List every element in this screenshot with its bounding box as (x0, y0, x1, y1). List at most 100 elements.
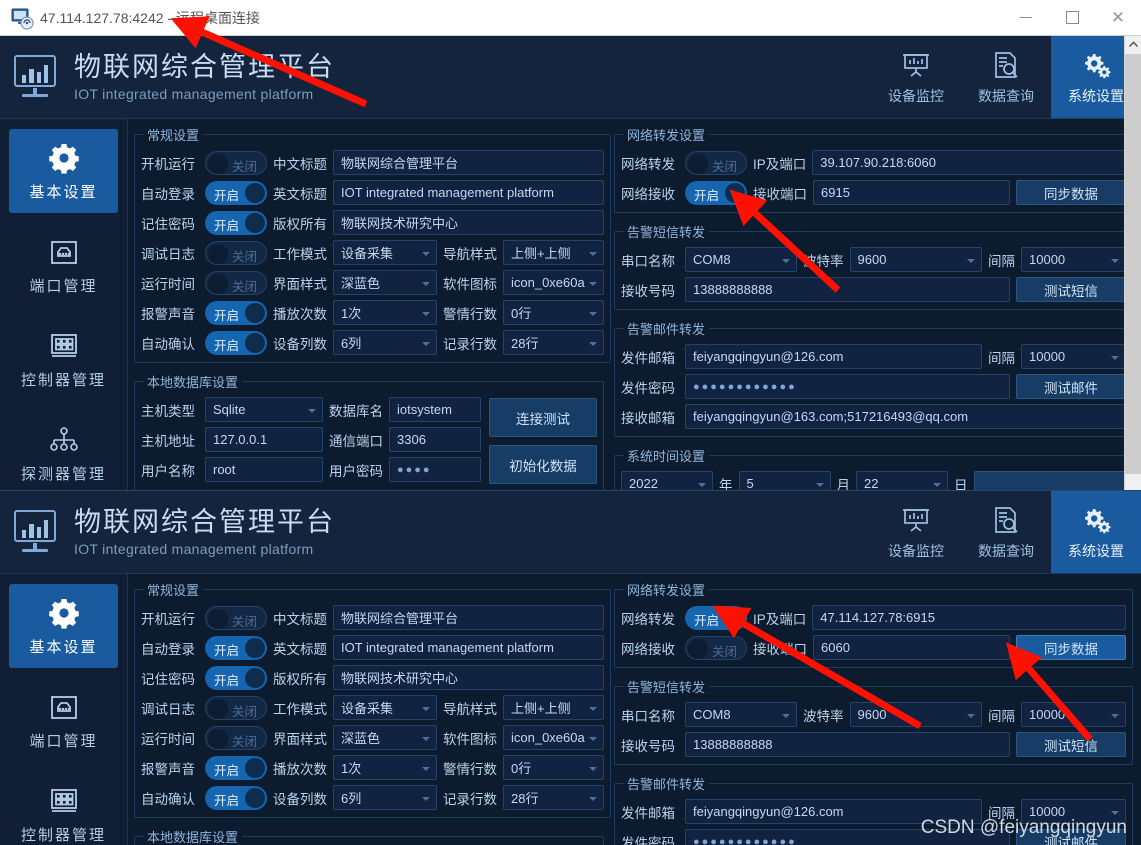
input-ip-port-2[interactable]: 47.114.127.78:6915 (812, 605, 1126, 630)
database-settings-group-2: 本地数据库设置 主机类型 Sqlite 数据库名 iotsystem 连接测试 (134, 827, 604, 845)
input-copyright[interactable]: 物联网技术研究中心 (333, 210, 604, 235)
toggle-run-time[interactable]: 关闭 (205, 270, 267, 295)
nav-item-data-query-2[interactable]: 数据查询 (961, 491, 1051, 573)
toggle-network-receive-2[interactable]: 关闭 (685, 635, 747, 660)
toggle-network-forward-2[interactable]: 开启 (685, 605, 747, 630)
select-work-mode-2[interactable]: 设备采集 (333, 695, 437, 720)
label-network-receive: 网络接收 (621, 641, 675, 657)
remote-desktop-icon (8, 4, 36, 32)
select-day[interactable]: 22 (856, 471, 948, 491)
select-software-icon[interactable]: icon_0xe60a (503, 270, 604, 295)
select-device-columns-2[interactable]: 6列 (333, 785, 437, 810)
input-sender-mail[interactable]: feiyangqingyun@126.com (685, 344, 982, 369)
init-data-button[interactable]: 初始化数据 (489, 445, 597, 484)
vertical-scrollbar[interactable] (1124, 36, 1141, 491)
select-sms-interval[interactable]: 10000 (1021, 247, 1126, 272)
select-sms-interval-2[interactable]: 10000 (1021, 702, 1126, 727)
input-receive-port[interactable]: 6915 (813, 180, 1010, 205)
nav-item-system-settings-2[interactable]: 系统设置 (1051, 491, 1141, 573)
select-play-count[interactable]: 1次 (333, 300, 437, 325)
input-receive-mail[interactable]: feiyangqingyun@163.com;517216493@qq.com (685, 404, 1126, 429)
scroll-up-button[interactable] (1125, 36, 1141, 53)
sidebar-item-controller-management-2[interactable]: 控制器管理 (9, 772, 118, 845)
input-sender-password[interactable]: ●●●●●●●●●●●● (685, 374, 1010, 399)
select-serial-port-2[interactable]: COM8 (685, 702, 797, 727)
select-ui-style-2[interactable]: 深蓝色 (333, 725, 437, 750)
select-work-mode[interactable]: 设备采集 (333, 240, 437, 265)
time-field[interactable] (973, 471, 1126, 491)
select-baud-rate-2[interactable]: 9600 (849, 702, 982, 727)
input-title-en[interactable]: IOT integrated management platform (333, 180, 604, 205)
toggle-auto-confirm-2[interactable]: 开启 (205, 785, 267, 810)
input-title-cn[interactable]: 物联网综合管理平台 (333, 150, 604, 175)
select-device-columns[interactable]: 6列 (333, 330, 437, 355)
select-record-rows-2[interactable]: 28行 (503, 785, 604, 810)
nav-item-device-monitor-2[interactable]: 设备监控 (871, 491, 961, 573)
select-nav-style-2[interactable]: 上侧+上侧 (503, 695, 604, 720)
select-software-icon-2[interactable]: icon_0xe60a (503, 725, 604, 750)
gear-icon (47, 140, 81, 176)
select-alarm-rows-2[interactable]: 0行 (503, 755, 604, 780)
sidebar-item-basic-settings-2[interactable]: 基本设置 (9, 584, 118, 668)
toggle-debug-log-2[interactable]: 关闭 (205, 695, 267, 720)
input-title-en-2[interactable]: IOT integrated management platform (333, 635, 604, 660)
sidebar-item-controller-management[interactable]: 控制器管理 (9, 317, 118, 401)
sidebar-item-port-management-2[interactable]: 端口管理 (9, 678, 118, 762)
connection-test-button[interactable]: 连接测试 (489, 398, 597, 437)
select-alarm-rows[interactable]: 0行 (503, 300, 604, 325)
nav-item-data-query[interactable]: 数据查询 (961, 36, 1051, 118)
input-receive-number-2[interactable]: 13888888888 (685, 732, 1010, 757)
toggle-network-forward[interactable]: 关闭 (685, 150, 747, 175)
toggle-boot-run-2[interactable]: 关闭 (205, 605, 267, 630)
select-host-type[interactable]: Sqlite (205, 397, 323, 422)
scrollbar-thumb[interactable] (1125, 54, 1141, 474)
select-record-rows[interactable]: 28行 (503, 330, 604, 355)
select-mail-interval[interactable]: 10000 (1021, 344, 1126, 369)
sidebar-item-basic-settings[interactable]: 基本设置 (9, 129, 118, 213)
close-button[interactable]: ✕ (1095, 0, 1141, 35)
general-settings-group: 常规设置 开机运行 关闭 中文标题 物联网综合管理平台 自动登录 开启 英文标题… (134, 125, 611, 363)
toggle-remember-password[interactable]: 开启 (205, 210, 267, 235)
toggle-debug-log[interactable]: 关闭 (205, 240, 267, 265)
toggle-auto-login-2[interactable]: 开启 (205, 635, 267, 660)
nav-item-device-monitor[interactable]: 设备监控 (871, 36, 961, 118)
select-serial-port[interactable]: COM8 (685, 247, 797, 272)
input-username[interactable]: root (205, 457, 323, 482)
test-sms-button[interactable]: 测试短信 (1016, 277, 1126, 302)
select-baud-rate[interactable]: 9600 (849, 247, 982, 272)
input-copyright-2[interactable]: 物联网技术研究中心 (333, 665, 604, 690)
input-host-address[interactable]: 127.0.0.1 (205, 427, 323, 452)
toggle-remember-password-2[interactable]: 开启 (205, 665, 267, 690)
toggle-auto-login[interactable]: 开启 (205, 180, 267, 205)
input-db-name[interactable]: iotsystem (389, 397, 481, 422)
toggle-alarm-sound-2[interactable]: 开启 (205, 755, 267, 780)
maximize-button[interactable] (1049, 0, 1095, 35)
input-title-cn-2[interactable]: 物联网综合管理平台 (333, 605, 604, 630)
test-mail-button[interactable]: 测试邮件 (1016, 374, 1126, 399)
sidebar-item-port-management[interactable]: 端口管理 (9, 223, 118, 307)
toggle-boot-run[interactable]: 关闭 (205, 150, 267, 175)
sync-data-button-2[interactable]: 同步数据 (1016, 635, 1126, 660)
test-sms-button-2[interactable]: 测试短信 (1016, 732, 1126, 757)
toggle-run-time-2[interactable]: 关闭 (205, 725, 267, 750)
input-user-password[interactable]: ●●●● (389, 457, 481, 482)
select-ui-style[interactable]: 深蓝色 (333, 270, 437, 295)
input-receive-number[interactable]: 13888888888 (685, 277, 1010, 302)
sync-data-button[interactable]: 同步数据 (1016, 180, 1126, 205)
label-work-mode: 工作模式 (273, 701, 327, 717)
minimize-button[interactable] (1003, 0, 1049, 35)
row-serial-port: 串口名称 COM8 波特率 9600 间隔 10000 (621, 247, 1126, 272)
toggle-network-receive[interactable]: 开启 (685, 180, 747, 205)
select-nav-style[interactable]: 上侧+上侧 (503, 240, 604, 265)
toggle-alarm-sound[interactable]: 开启 (205, 300, 267, 325)
sidebar-item-detector-management[interactable]: 探测器管理 (9, 411, 118, 491)
toggle-auto-confirm[interactable]: 开启 (205, 330, 267, 355)
row-alarm-sound-2: 报警声音 开启 播放次数 1次 警情行数 0行 (141, 755, 604, 780)
select-year[interactable]: 2022 (621, 471, 713, 491)
select-month[interactable]: 5 (738, 471, 831, 491)
input-receive-port-2[interactable]: 6060 (813, 635, 1010, 660)
input-ip-port[interactable]: 39.107.90.218:6060 (812, 150, 1126, 175)
input-comm-port[interactable]: 3306 (389, 427, 481, 452)
toggle-label: 开启 (214, 188, 240, 203)
select-play-count-2[interactable]: 1次 (333, 755, 437, 780)
